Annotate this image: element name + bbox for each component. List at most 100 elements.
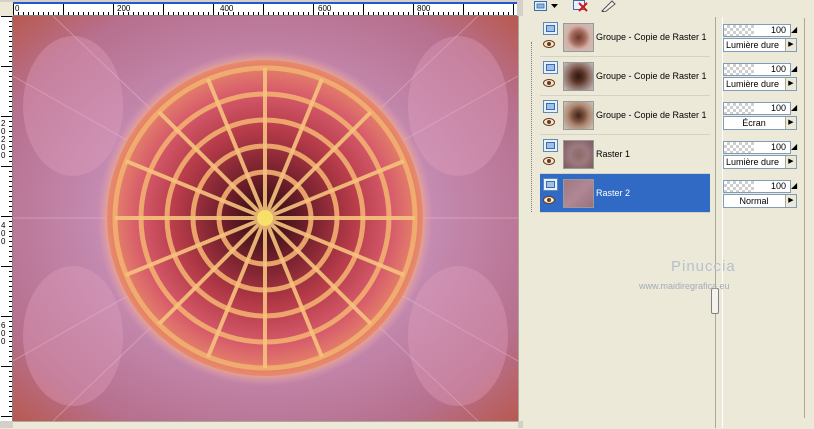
- blend-mode-select[interactable]: Lumière dure ▶: [723, 155, 797, 169]
- mandala-artwork: [13, 16, 518, 421]
- ruler-tick: [1, 66, 12, 67]
- visibility-eye-icon[interactable]: [543, 196, 555, 204]
- blend-mode-select[interactable]: Écran ▶: [723, 116, 797, 130]
- layer-thumbnail: [563, 140, 594, 169]
- ruler-tick: [343, 12, 344, 15]
- watermark-url: www.maidiregrafica.eu: [639, 281, 730, 291]
- ruler-tick: [9, 156, 12, 157]
- ruler-tick: [9, 121, 12, 122]
- ruler-tick: [513, 4, 514, 15]
- layer-name: Groupe - Copie de Raster 1: [596, 32, 707, 42]
- ruler-tick: [178, 12, 179, 15]
- ruler-tick: [9, 281, 12, 282]
- ruler-tick: [63, 4, 64, 15]
- opacity-slider[interactable]: 100: [723, 180, 791, 193]
- raster-layer-icon: [543, 178, 558, 191]
- blend-mode-value: Normal: [739, 196, 769, 206]
- ruler-tick: [9, 21, 12, 22]
- visibility-eye-icon[interactable]: [543, 79, 555, 87]
- ruler-tick: [48, 12, 49, 15]
- ruler-tick: [38, 12, 39, 15]
- horizontal-ruler: 0 200 400 600 800: [13, 2, 517, 16]
- ruler-label: 2: [1, 119, 6, 128]
- visibility-eye-icon[interactable]: [543, 40, 555, 48]
- ruler-corner: [0, 2, 13, 16]
- ruler-tick: [9, 176, 12, 177]
- edit-layer-button[interactable]: [599, 0, 617, 12]
- ruler-tick: [58, 12, 59, 15]
- ruler-tick: [103, 12, 104, 15]
- ruler-tick: [9, 46, 12, 47]
- delete-layer-button[interactable]: [572, 0, 590, 12]
- ruler-tick: [373, 12, 374, 15]
- select-arrow-icon[interactable]: ▶: [785, 195, 796, 207]
- layer-properties: 100 ◢ Écran ▶: [723, 98, 801, 136]
- layer-row[interactable]: Groupe - Copie de Raster 1: [540, 57, 710, 96]
- ruler-tick: [9, 91, 12, 92]
- slider-arrow-icon[interactable]: ◢: [791, 26, 799, 34]
- new-layer-button[interactable]: [533, 0, 549, 12]
- ruler-tick: [9, 206, 12, 207]
- blend-mode-select[interactable]: Lumière dure ▶: [723, 77, 797, 91]
- ruler-tick: [503, 12, 504, 15]
- blend-mode-select[interactable]: Normal ▶: [723, 194, 797, 208]
- layer-name: Raster 2: [596, 188, 631, 198]
- ruler-tick: [9, 186, 12, 187]
- slider-arrow-icon[interactable]: ◢: [791, 104, 799, 112]
- blend-mode-select[interactable]: Lumière dure ▶: [723, 38, 797, 52]
- ruler-tick: [308, 12, 309, 15]
- ruler-tick: [233, 12, 234, 15]
- layer-properties: 100 ◢ Normal ▶: [723, 176, 801, 214]
- ruler-tick: [143, 12, 144, 15]
- opacity-slider[interactable]: 100: [723, 141, 791, 154]
- ruler-tick: [113, 4, 114, 15]
- layer-row-selected[interactable]: Raster 2: [540, 174, 710, 213]
- canvas-image[interactable]: [13, 16, 518, 421]
- checker-pattern: [724, 25, 754, 36]
- ruler-tick: [9, 161, 12, 162]
- select-arrow-icon[interactable]: ▶: [785, 156, 796, 168]
- layer-row[interactable]: Groupe - Copie de Raster 1: [540, 96, 710, 135]
- ruler-tick: [9, 301, 12, 302]
- ruler-tick: [248, 12, 249, 15]
- layer-name: Groupe - Copie de Raster 1: [596, 71, 707, 81]
- visibility-eye-icon[interactable]: [543, 118, 555, 126]
- ruler-tick: [283, 12, 284, 15]
- opacity-slider[interactable]: 100: [723, 24, 791, 37]
- ruler-tick: [9, 86, 12, 87]
- ruler-tick: [9, 41, 12, 42]
- ruler-tick: [188, 12, 189, 15]
- ruler-tick: [9, 341, 12, 342]
- opacity-slider[interactable]: 100: [723, 102, 791, 115]
- select-arrow-icon[interactable]: ▶: [785, 78, 796, 90]
- splitter-grip[interactable]: [711, 288, 719, 314]
- ruler-label: 0: [1, 127, 6, 136]
- ruler-tick: [9, 111, 12, 112]
- select-arrow-icon[interactable]: ▶: [785, 117, 796, 129]
- layer-name: Groupe - Copie de Raster 1: [596, 110, 707, 120]
- ruler-tick: [93, 12, 94, 15]
- slider-arrow-icon[interactable]: ◢: [791, 65, 799, 73]
- panel-splitter[interactable]: [715, 17, 723, 428]
- ruler-tick: [413, 4, 414, 15]
- visibility-eye-icon[interactable]: [543, 157, 555, 165]
- ruler-tick: [9, 336, 12, 337]
- ruler-tick: [9, 211, 12, 212]
- slider-arrow-icon[interactable]: ◢: [791, 143, 799, 151]
- ruler-tick: [378, 12, 379, 15]
- ruler-tick: [478, 12, 479, 15]
- ruler-tick: [9, 106, 12, 107]
- slider-arrow-icon[interactable]: ◢: [791, 182, 799, 190]
- ruler-tick: [9, 56, 12, 57]
- ruler-tick: [243, 12, 244, 15]
- layer-row[interactable]: Groupe - Copie de Raster 1: [540, 18, 710, 57]
- ruler-tick: [9, 196, 12, 197]
- opacity-slider[interactable]: 100: [723, 63, 791, 76]
- ruler-tick: [453, 12, 454, 15]
- layer-row[interactable]: Raster 1: [540, 135, 710, 174]
- ruler-tick: [88, 12, 89, 15]
- image-window: 0 200 400 600 800 2 0 2 0 0 4 0 0 6 0 0: [0, 0, 524, 429]
- layer-type-dropdown[interactable]: [549, 0, 559, 12]
- select-arrow-icon[interactable]: ▶: [785, 39, 796, 51]
- ruler-tick: [213, 4, 214, 15]
